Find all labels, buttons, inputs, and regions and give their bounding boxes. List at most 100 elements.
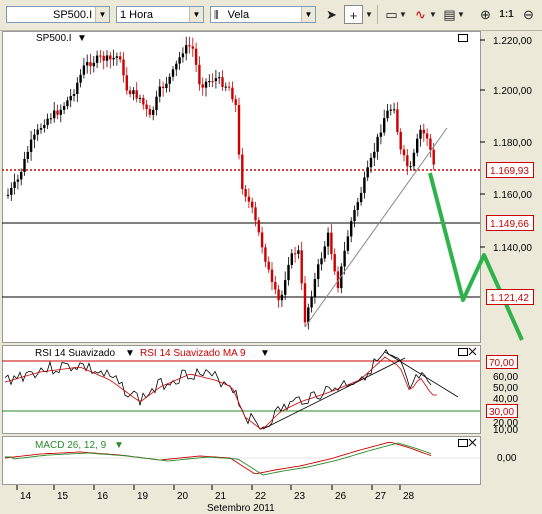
time-tick-label: 21 [215,491,227,502]
candle-body [49,118,53,120]
candle-body [105,55,109,61]
price-title-dropdown-icon[interactable]: ▼ [77,33,87,44]
candle-body [86,62,89,66]
candle-body [402,149,406,156]
candle-body [379,132,383,137]
candle-body [102,55,105,61]
candle-body [422,129,425,134]
candle-body [277,289,280,301]
candle-body [168,76,171,84]
candle-body [132,90,135,95]
rsi-upper-value: 70,00 [489,358,514,369]
candle-body [350,221,353,237]
candle-body [161,86,165,89]
candle-body [16,179,20,182]
macd-panel-title: MACD 26, 12, 9 [35,440,107,451]
candle-body [56,110,59,115]
candle-body [257,220,260,233]
candle-body [138,97,142,99]
candle-body [303,283,307,323]
time-tick-label: 23 [294,491,306,502]
rsi-tick-label: 50,00 [493,383,518,394]
current-price-value: 1.169,93 [490,166,529,177]
candle-body [92,62,95,67]
candle-body [389,109,392,111]
candle-body [204,81,208,88]
candle-body [227,86,231,88]
candle-body [165,83,168,89]
candle-body [432,149,435,165]
rsi-tick-label: 40,00 [493,394,518,405]
time-tick-label: 22 [255,491,267,502]
candle-body [218,77,221,79]
candle-body [148,109,152,115]
price-tick-label: 1.180,00 [493,138,532,149]
rsi-tick-label: 60,00 [493,372,518,383]
candle-body [20,171,23,180]
candle-body [95,55,99,63]
time-tick-label: 14 [20,491,32,502]
candle-body [194,48,198,65]
candle-body [270,269,274,283]
candle-body [72,94,76,96]
candle-body [66,100,69,107]
candle-body [62,106,66,110]
candle-body [13,181,16,189]
candle-body [135,90,138,99]
candle-body [46,118,49,126]
candle-body [366,167,369,178]
rsi-lower-value: 30,00 [489,407,514,418]
candle-body [237,105,241,155]
candle-body [310,297,313,308]
candle-body [406,155,409,167]
candle-body [346,236,350,251]
time-tick-label: 26 [335,491,347,502]
macd-title-dropdown-icon[interactable]: ▼ [114,440,124,451]
candle-body [36,129,39,135]
candle-body [383,118,386,133]
candle-body [185,45,188,54]
candle-body [300,250,303,284]
candle-body [99,55,102,57]
rsi-ma-dropdown-icon[interactable]: ▼ [260,348,270,359]
candle-body [330,232,333,255]
level2-price-value: 1.121,42 [490,293,529,304]
candle-body [115,56,119,58]
candle-body [260,232,264,248]
candle-body [264,247,267,262]
candle-body [175,63,178,70]
candle-body [224,86,227,88]
candle-body [23,158,26,172]
candle-body [274,282,277,290]
rsi-ma-title: RSI 14 Suavizado MA 9 [140,348,246,359]
candle-body [234,99,237,106]
candle-body [251,201,254,208]
candle-body [369,157,373,168]
price-tick-label: 1.200,00 [493,86,532,97]
candle-body [307,307,310,323]
candle-body [79,74,82,83]
candle-body [293,253,297,255]
candle-body [317,264,320,280]
candle-body [43,125,46,129]
candle-body [254,207,257,221]
candle-body [313,279,317,298]
candle-body [333,254,336,272]
candle-body [399,131,402,150]
candle-body [59,109,62,115]
candle-body [178,57,181,64]
candle-body [343,250,346,267]
candle-body [145,104,148,110]
candle-body [89,62,92,67]
candle-body [26,151,29,159]
time-axis-month: Setembro 2011 [207,503,275,514]
candle-body [171,69,175,77]
candle-body [82,65,86,75]
rsi-title-dropdown-icon[interactable]: ▼ [125,348,135,359]
candle-body [155,96,158,111]
candle-body [425,133,429,139]
candle-body [290,253,293,265]
price-panel[interactable] [2,31,480,342]
candle-body [323,246,326,259]
candle-body [191,46,194,49]
